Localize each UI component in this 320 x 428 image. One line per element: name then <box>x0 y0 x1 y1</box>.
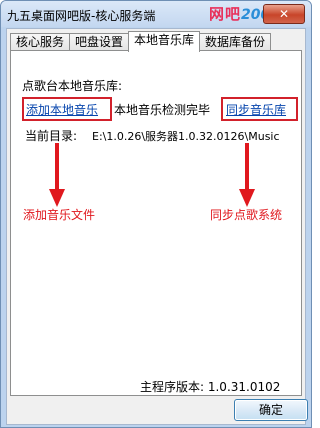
version-label: 主程序版本: 1.0.31.0102 <box>140 380 281 394</box>
close-icon: ✕ <box>278 7 290 21</box>
music-check-status: 本地音乐检测完毕 <box>114 103 211 117</box>
add-music-link[interactable]: 添加本地音乐 <box>26 101 98 118</box>
current-dir-label: 当前目录: <box>25 129 78 143</box>
dialog-client-area: 核心服务 吧盘设置 本地音乐库 数据库备份 点歌台本地音乐库: 添加本地音乐 本地音乐… <box>6 28 308 425</box>
tab-strip: 核心服务 吧盘设置 本地音乐库 数据库备份 <box>10 31 272 52</box>
annotation-sync-song-system: 同步点歌系统 <box>210 208 283 222</box>
tab-disk-settings[interactable]: 吧盘设置 <box>69 33 130 51</box>
annotation-add-music-files: 添加音乐文件 <box>23 208 96 222</box>
red-arrow-down-icon <box>239 143 255 207</box>
red-arrow-down-icon <box>49 143 65 207</box>
window-title: 九五桌面网吧版-核心服务端 <box>7 9 156 23</box>
current-dir-value: E:\1.0.26\服务器1.0.32.0126\Music <box>92 130 280 143</box>
close-button[interactable]: ✕ <box>263 4 305 24</box>
ok-button[interactable]: 确定 <box>234 399 308 421</box>
sync-music-link[interactable]: 同步音乐库 <box>226 101 286 118</box>
tab-core-service[interactable]: 核心服务 <box>10 33 71 51</box>
section-label: 点歌台本地音乐库: <box>22 79 123 93</box>
main-window: 九五桌面网吧版-核心服务端 网吧2000 ✕ 核心服务 吧盘设置 本地音乐库 数据库备… <box>0 0 312 428</box>
tab-database-backup[interactable]: 数据库备份 <box>199 33 272 51</box>
tab-local-music-library[interactable]: 本地音乐库 <box>128 31 201 52</box>
logo-text: 网吧 <box>209 5 242 23</box>
title-bar[interactable]: 九五桌面网吧版-核心服务端 网吧2000 ✕ <box>1 1 311 27</box>
tab-panel-local-music: 点歌台本地音乐库: 添加本地音乐 本地音乐检测完毕 同步音乐库 当前目录: E:… <box>10 50 302 396</box>
